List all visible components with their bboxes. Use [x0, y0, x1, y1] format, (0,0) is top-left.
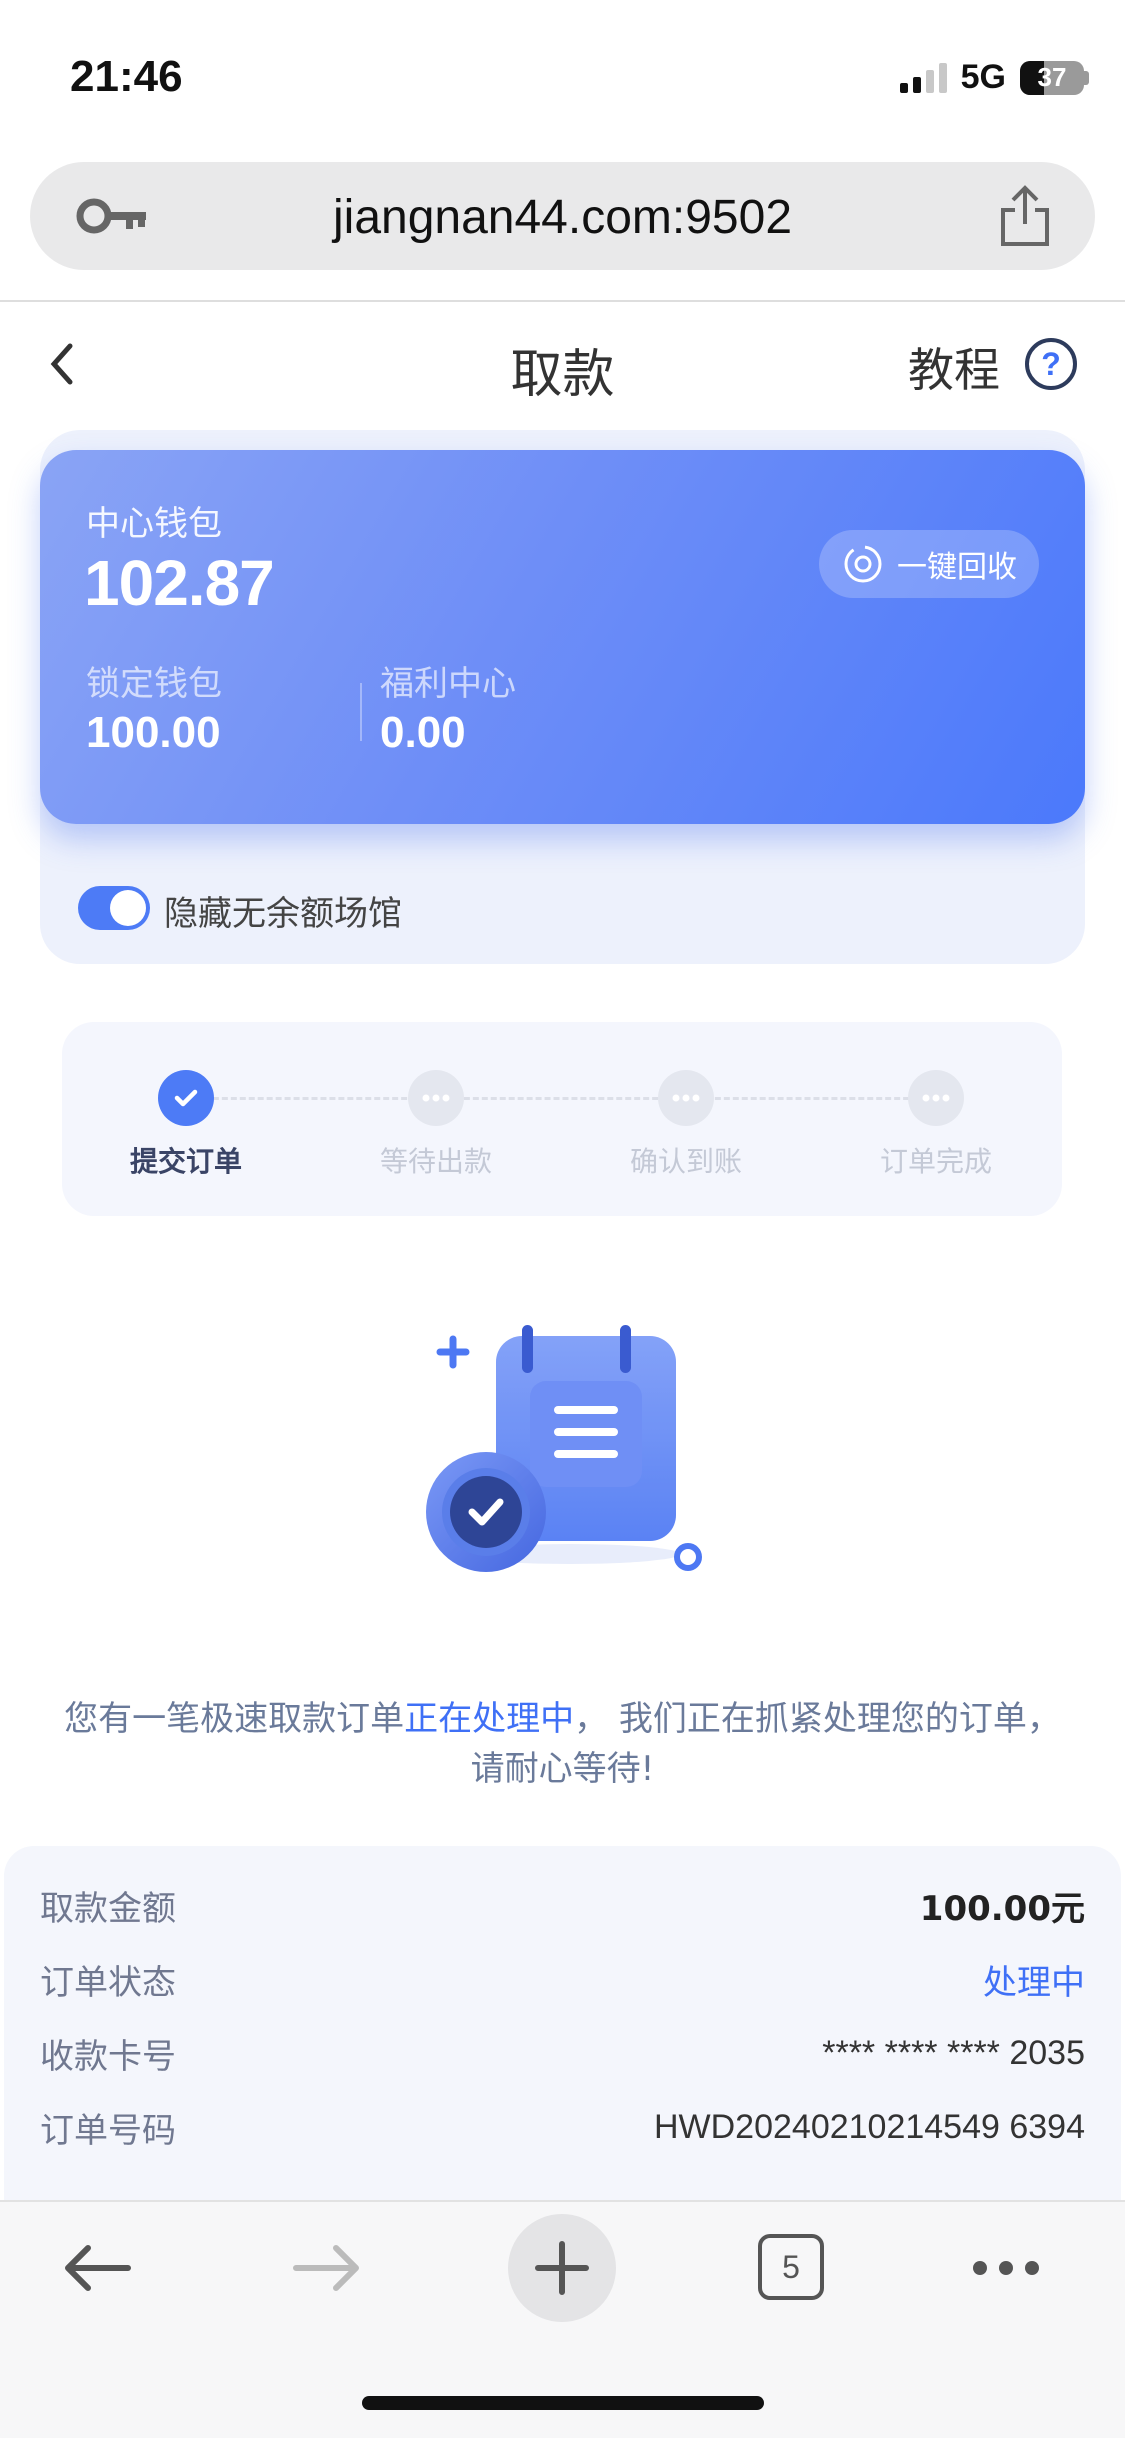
detail-row-amount: 取款金额 100.00元: [40, 1868, 1085, 1942]
status-time: 21:46: [70, 52, 183, 101]
battery-icon: 37: [1020, 60, 1084, 95]
center-wallet-label: 中心钱包: [86, 504, 222, 544]
progress-step-label: 订单完成: [879, 1145, 992, 1178]
message-prefix: 您有一笔极速取款订单: [64, 1699, 405, 1739]
progress-step-label: 确认到账: [629, 1145, 742, 1178]
card-label: 收款卡号: [40, 2036, 176, 2077]
back-arrow-icon[interactable]: [60, 2242, 132, 2294]
step-check-icon: [158, 1070, 214, 1126]
message-highlight: 正在处理中: [404, 1699, 575, 1739]
order-processing-illustration: [426, 1325, 702, 1572]
home-indicator: [362, 2396, 764, 2410]
step-pending-icon: [408, 1070, 464, 1126]
progress-step-label: 提交订单: [129, 1145, 242, 1178]
wallet-divider: [360, 683, 362, 741]
detail-row-order-number: 订单号码 HWD20240210214549 6394: [40, 2090, 1085, 2164]
progress-line: [186, 1097, 936, 1100]
amount-label: 取款金额: [40, 1888, 176, 1929]
status-value: 处理中: [983, 1962, 1085, 2003]
locked-wallet-amount: 100.00: [86, 708, 221, 757]
more-icon[interactable]: [970, 2258, 1042, 2278]
address-bar[interactable]: jiangnan44.com:9502: [30, 162, 1095, 270]
tabs-button[interactable]: 5: [758, 2234, 824, 2300]
forward-arrow-icon[interactable]: [292, 2242, 364, 2294]
tutorial-link[interactable]: 教程: [908, 334, 1000, 400]
order-progress: 提交订单 等待出款 确认到账 订单完成: [62, 1022, 1062, 1216]
progress-step: 等待出款: [336, 1070, 536, 1180]
order-details: 取款金额 100.00元 订单状态 处理中 收款卡号 **** **** ***…: [4, 1846, 1121, 2206]
progress-step: 提交订单: [86, 1070, 286, 1180]
step-pending-icon: [658, 1070, 714, 1126]
plus-icon: [535, 2241, 589, 2295]
processing-message: 您有一笔极速取款订单正在处理中， 我们正在抓紧处理您的订单，请耐心等待!: [60, 1694, 1065, 1794]
wallet-card: 中心钱包 102.87 一键回收 锁定钱包 100.00 福利中心 0.00: [40, 450, 1085, 824]
url-text[interactable]: jiangnan44.com:9502: [30, 190, 1095, 245]
divider: [0, 300, 1125, 302]
welfare-center-label: 福利中心: [380, 664, 516, 704]
progress-step-label: 等待出款: [379, 1145, 492, 1178]
progress-step: 订单完成: [836, 1070, 1036, 1180]
welfare-center-amount: 0.00: [380, 708, 466, 757]
detail-row-status: 订单状态 处理中: [40, 1942, 1085, 2016]
help-icon[interactable]: ?: [1023, 336, 1079, 392]
share-icon[interactable]: [997, 184, 1053, 248]
status-label: 订单状态: [40, 1962, 176, 2003]
hide-empty-venues-label: 隐藏无余额场馆: [164, 894, 402, 934]
progress-step: 确认到账: [586, 1070, 786, 1180]
recycle-icon: [844, 545, 882, 583]
amount-value: 100.00元: [919, 1888, 1085, 1929]
battery-level: 37: [1037, 61, 1067, 92]
recycle-all-label: 一键回收: [897, 550, 1017, 585]
detail-row-card: 收款卡号 **** **** **** 2035: [40, 2016, 1085, 2090]
hide-empty-venues-toggle[interactable]: [78, 886, 150, 930]
new-tab-button[interactable]: [508, 2214, 616, 2322]
locked-wallet-label: 锁定钱包: [86, 664, 222, 704]
status-indicators: 5G 37: [899, 58, 1089, 97]
network-type: 5G: [960, 58, 1006, 96]
center-wallet-amount: 102.87: [84, 547, 275, 619]
order-number-label: 订单号码: [40, 2110, 176, 2151]
svg-text:?: ?: [1041, 346, 1061, 382]
card-value: **** **** **** 2035: [822, 2033, 1085, 2072]
recycle-all-button[interactable]: 一键回收: [819, 530, 1039, 598]
step-pending-icon: [908, 1070, 964, 1126]
signal-icon: [899, 62, 947, 93]
order-number-value[interactable]: HWD20240210214549 6394: [654, 2108, 1085, 2147]
